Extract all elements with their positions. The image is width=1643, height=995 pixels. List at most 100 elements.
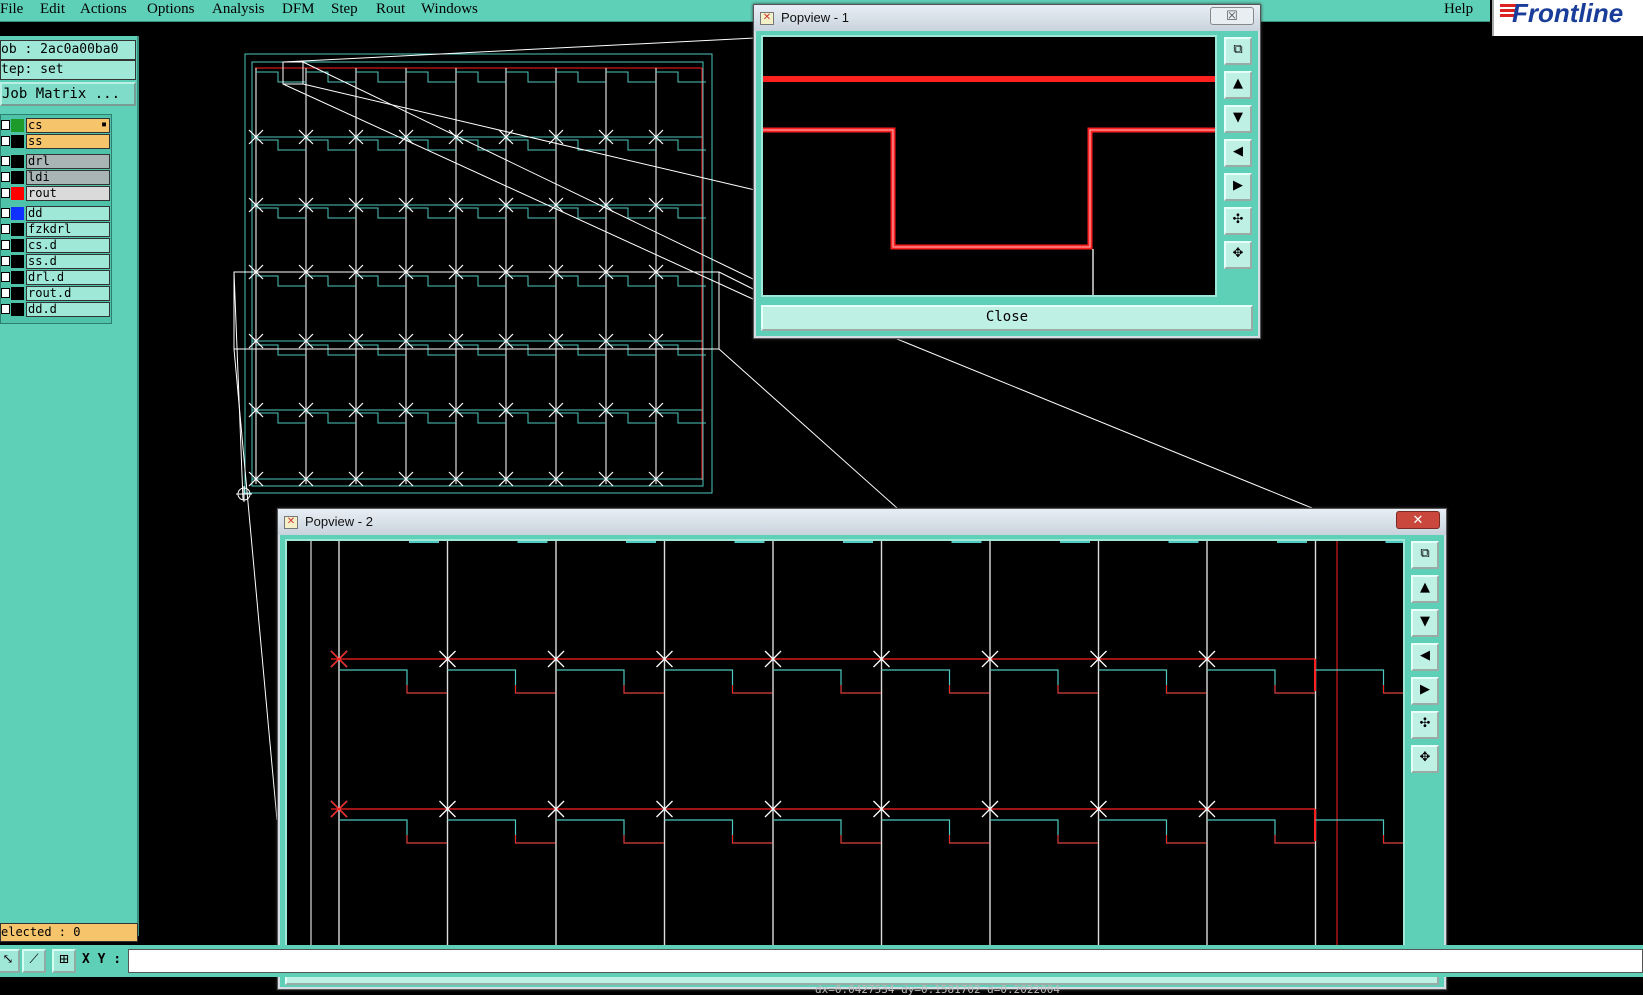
step-trace-row (256, 71, 706, 83)
zoom-box-1 (282, 61, 304, 85)
zoom-fit-icon[interactable]: ✣ (1411, 711, 1439, 739)
bottom-bar: ⤡ ⟋ ⊞ X Y : (0, 945, 1643, 977)
layer-row-fzkdrl[interactable]: fzkdrl (1, 222, 111, 237)
layer-color-swatch[interactable] (11, 271, 24, 284)
menu-windows[interactable]: Windows (421, 1, 478, 18)
zoom-center-icon[interactable]: ✥ (1411, 745, 1439, 773)
layer-row-dd[interactable]: dd (1, 206, 111, 221)
layer-row-ss-d[interactable]: ss.d (1, 254, 111, 269)
popview-1-view[interactable] (761, 35, 1217, 297)
array-outline (244, 53, 713, 494)
zoom-connector-line (282, 37, 756, 63)
brand-name: Frontline (1512, 0, 1624, 28)
step-trace-row (256, 207, 706, 219)
layer-name: rout.d (26, 286, 110, 301)
popview-1-body: ⧉ ▲ ▼ ◀ ▶ ✣ ✥ Close (756, 31, 1258, 336)
popview-1-close-x-button[interactable]: ☒ (1210, 7, 1254, 25)
job-field: ob : 2ac0a00ba0 (0, 40, 136, 60)
popview-2-title: Popview - 2 (305, 514, 373, 529)
layer-row-dd-d[interactable]: dd.d (1, 302, 111, 317)
layer-row-cs-d[interactable]: cs.d (1, 238, 111, 253)
layer-row-drl[interactable]: drl (1, 154, 111, 169)
pan-right-icon[interactable]: ▶ (1411, 677, 1439, 705)
step-trace-row (256, 412, 706, 424)
pan-down-icon[interactable]: ▼ (1224, 105, 1252, 133)
layer-checkbox[interactable] (1, 156, 10, 166)
cyan-step-trace (339, 819, 1403, 844)
layer-checkbox[interactable] (1, 188, 10, 198)
layer-color-swatch[interactable] (11, 135, 24, 148)
window-app-icon: ✕ (760, 12, 774, 25)
popview-2-view[interactable] (285, 539, 1405, 953)
measure-tool-icon[interactable]: ⟋ (22, 949, 46, 973)
menu-options[interactable]: Options (147, 1, 195, 18)
layer-name: ldi (26, 170, 110, 185)
step-trace-row (256, 275, 706, 287)
zoom-window-icon[interactable]: ⧉ (1411, 541, 1439, 569)
layer-list: cs ▪ ss drl ldi rout dd fzkdrl cs.d ss.d drl.d rout… (0, 114, 112, 324)
layer-row-ldi[interactable]: ldi (1, 170, 111, 185)
pan-up-icon[interactable]: ▲ (1224, 71, 1252, 99)
measure-status-text: dx=0.0427534 dy=0.1581702 d=0.2022004 (815, 983, 1061, 995)
layer-color-swatch[interactable] (11, 223, 24, 236)
window-app-icon: ✕ (284, 516, 298, 529)
pan-right-icon[interactable]: ▶ (1224, 173, 1252, 201)
pan-left-icon[interactable]: ◀ (1411, 643, 1439, 671)
layer-checkbox[interactable] (1, 172, 10, 182)
popview-2-titlebar[interactable]: ✕ Popview - 2 ✕ (278, 509, 1446, 535)
layer-checkbox[interactable] (1, 224, 10, 234)
layer-color-swatch[interactable] (11, 187, 24, 200)
menu-help[interactable]: Help (1444, 1, 1473, 18)
select-tool-icon[interactable]: ⤡ (0, 949, 20, 973)
layer-row-ss[interactable]: ss (1, 134, 111, 149)
layer-color-swatch[interactable] (11, 207, 24, 220)
pan-left-icon[interactable]: ◀ (1224, 139, 1252, 167)
zoom-fit-icon[interactable]: ✣ (1224, 207, 1252, 235)
menu-edit[interactable]: Edit (40, 1, 65, 18)
layer-color-swatch[interactable] (11, 303, 24, 316)
xy-coordinate-input[interactable] (128, 949, 1643, 973)
layer-checkbox[interactable] (1, 304, 10, 314)
popview-2-body: ⧉▲▼◀▶✣✥ Close (280, 535, 1444, 987)
layer-color-swatch[interactable] (11, 119, 24, 132)
layer-row-drl-d[interactable]: drl.d (1, 270, 111, 285)
layer-color-swatch[interactable] (11, 239, 24, 252)
cyan-step-trace (339, 669, 1403, 694)
brand-logo: Frontline (1492, 0, 1643, 36)
popview-1-close-button[interactable]: Close (761, 305, 1253, 331)
pan-up-icon[interactable]: ▲ (1411, 575, 1439, 603)
layer-name: dd (26, 206, 110, 221)
pan-down-icon[interactable]: ▼ (1411, 609, 1439, 637)
popview-1-titlebar[interactable]: ✕ Popview - 1 ☒ (754, 5, 1260, 31)
snap-grid-icon[interactable]: ⊞ (52, 949, 76, 973)
layer-row-rout[interactable]: rout (1, 186, 111, 201)
job-matrix-button[interactable]: Job Matrix ... (0, 82, 136, 106)
zoom-connector-line (896, 338, 1313, 509)
menu-file[interactable]: File (0, 1, 23, 18)
menu-actions[interactable]: Actions (80, 1, 127, 18)
layer-color-swatch[interactable] (11, 255, 24, 268)
layer-checkbox[interactable] (1, 288, 10, 298)
layer-row-rout-d[interactable]: rout.d (1, 286, 111, 301)
zoom-center-icon[interactable]: ✥ (1224, 241, 1252, 269)
popview-1-window: ✕ Popview - 1 ☒ ⧉ ▲ ▼ ◀ ▶ ✣ ✥ Close (753, 4, 1261, 339)
layer-checkbox[interactable] (1, 240, 10, 250)
layer-checkbox[interactable] (1, 272, 10, 282)
layer-checkbox[interactable] (1, 256, 10, 266)
menu-analysis[interactable]: Analysis (212, 1, 265, 18)
menu-dfm[interactable]: DFM (282, 1, 315, 18)
layer-checkbox[interactable] (1, 120, 10, 130)
layer-color-swatch[interactable] (11, 171, 24, 184)
layer-color-swatch[interactable] (11, 155, 24, 168)
layer-checkbox[interactable] (1, 136, 10, 146)
menu-rout[interactable]: Rout (376, 1, 405, 18)
popview-2-close-x-button[interactable]: ✕ (1396, 511, 1440, 529)
red-step-highlight (763, 129, 1215, 248)
layer-checkbox[interactable] (1, 208, 10, 218)
step-trace-row (256, 344, 706, 356)
menu-step[interactable]: Step (331, 1, 358, 18)
zoom-connector-line (302, 61, 756, 281)
layer-color-swatch[interactable] (11, 287, 24, 300)
layer-row-cs[interactable]: cs ▪ (1, 118, 111, 133)
zoom-window-icon[interactable]: ⧉ (1224, 37, 1252, 65)
